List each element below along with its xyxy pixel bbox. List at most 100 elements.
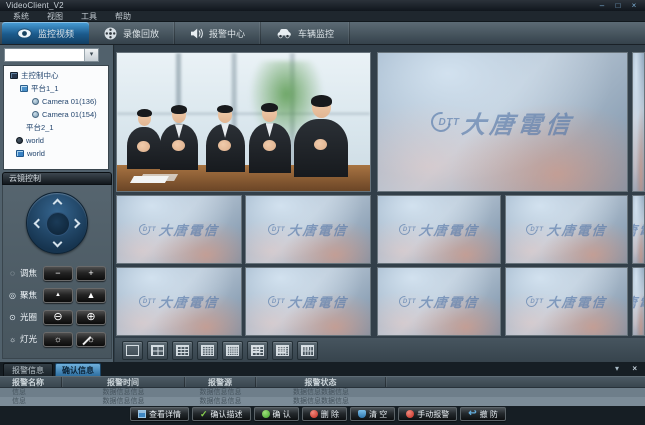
ptz-center-hub[interactable] <box>46 212 70 236</box>
focus-far-button[interactable]: ▲ <box>76 288 106 303</box>
ptz-left-icon[interactable] <box>34 219 44 229</box>
tree-item-platform2[interactable]: 平台2_1 <box>4 121 108 134</box>
layout-2x2-button[interactable] <box>147 341 168 360</box>
video-tile-clipped[interactable] <box>632 52 645 192</box>
layout-3x3-button[interactable] <box>172 341 193 360</box>
chevron-down-icon[interactable]: ▾ <box>84 49 98 61</box>
video-client-window: VideoClient_V2 – □ × 系统 视图 工具 帮助 监控视频 录像… <box>0 0 645 425</box>
red-dot-icon <box>310 410 318 418</box>
zoom-ring-icon: ◌ <box>8 269 17 278</box>
tree-item-camera-136[interactable]: Camera 01(136) <box>4 95 108 108</box>
camera-icon <box>32 111 39 118</box>
menu-view[interactable]: 视图 <box>38 11 72 22</box>
video-tile-idle-large[interactable]: DTT大唐電信 <box>377 52 628 192</box>
maximize-icon[interactable]: □ <box>613 1 623 10</box>
light-bulb-icon: ☼ <box>8 335 17 344</box>
layout-1plus5-button[interactable] <box>247 341 268 360</box>
zoom-in-button[interactable]: + <box>76 266 106 281</box>
menu-system[interactable]: 系统 <box>4 11 38 22</box>
film-reel-icon <box>104 27 117 40</box>
view-detail-button[interactable]: 查看详情 <box>130 407 189 421</box>
tab-vehicle-monitor[interactable]: 车辆监控 <box>261 22 350 44</box>
video-tile-idle[interactable]: DTT大唐電信 <box>116 267 242 336</box>
video-tile-idle[interactable]: DTT大唐電信 <box>505 267 628 336</box>
menu-bar: 系统 视图 工具 帮助 <box>0 11 645 22</box>
focus-ring-icon: ◎ <box>8 291 17 300</box>
device-panel: ▾ 主控制中心 平台1_1 Camera 01(136) Camera 01(1… <box>0 45 114 362</box>
light-on-button[interactable]: ☼ <box>43 332 73 347</box>
tree-item-platform1[interactable]: 平台1_1 <box>4 82 108 95</box>
alarm-table-row[interactable]: 信息 数据信息信息 数据信息信息 数据信息数据信息 <box>0 388 645 397</box>
video-grid: DTT大唐電信 DTT大唐電信 DTT大唐電信 DTT大唐電信 DTT大唐電信 … <box>115 45 645 338</box>
ptz-panel: ◌调焦 − + ◎聚焦 ▲ ▲ ⊙光圈 ⊖ ⊕ ☼灯光 ☼ ☼ <box>2 185 112 359</box>
manual-alarm-button[interactable]: 手动报警 <box>398 407 457 421</box>
video-tile-idle[interactable]: DTT大唐電信 <box>245 195 371 264</box>
layout-5x5-icon <box>226 345 239 356</box>
crescent-icon <box>427 108 455 136</box>
dtt-watermark: DTT大唐電信 <box>268 220 348 239</box>
menu-tools[interactable]: 工具 <box>72 11 106 22</box>
layout-2plus8-icon <box>301 345 314 356</box>
video-tile-live-people[interactable] <box>116 52 371 192</box>
zoom-out-button[interactable]: − <box>43 266 73 281</box>
eye-icon <box>17 28 32 39</box>
ptz-down-icon[interactable] <box>53 238 63 248</box>
layout-toolbar <box>115 338 645 362</box>
video-tile-clipped[interactable]: 大唐電信 <box>632 195 645 264</box>
tree-item-camera-154[interactable]: Camera 01(154) <box>4 108 108 121</box>
dtt-watermark: DTT大唐電信 <box>268 292 348 311</box>
layout-4x4-button[interactable] <box>197 341 218 360</box>
video-tile-idle[interactable]: DTT大唐電信 <box>377 195 501 264</box>
tab-playback[interactable]: 录像回放 <box>89 22 175 44</box>
close-icon[interactable]: × <box>629 1 639 10</box>
collapse-icon[interactable]: ▾ <box>615 364 619 373</box>
layout-1x1-button[interactable] <box>122 341 143 360</box>
alarm-actions: 查看详情 ✓确认描述 确 认 删 除 清 空 手动报警 ↩撤 防 <box>130 406 506 422</box>
alarm-table-row[interactable]: 信息 数据信息信息 数据信息信息 数据信息数据信息 <box>0 397 645 406</box>
disarm-button[interactable]: ↩撤 防 <box>460 407 506 421</box>
video-tile-idle[interactable]: DTT大唐電信 <box>377 267 501 336</box>
confirm-description-button[interactable]: ✓确认描述 <box>192 407 251 421</box>
video-tile-idle[interactable]: DTT大唐電信 <box>245 267 371 336</box>
delete-button[interactable]: 删 除 <box>302 407 347 421</box>
ptz-direction-pad[interactable] <box>26 192 88 254</box>
tab-confirm-info[interactable]: 确认信息 <box>55 363 101 376</box>
dtt-watermark: DTT大唐電信 <box>399 292 479 311</box>
iris-open-button[interactable]: ⊕ <box>76 310 106 325</box>
confirm-button[interactable]: 确 认 <box>254 407 299 421</box>
window-title: VideoClient_V2 <box>6 1 64 10</box>
tab-label: 车辆监控 <box>298 27 334 40</box>
monitor-icon <box>10 72 18 79</box>
tab-alarm-center[interactable]: 报警中心 <box>175 22 261 44</box>
dtt-watermark: DTT大唐電信 <box>399 220 479 239</box>
close-panel-icon[interactable]: × <box>632 364 637 373</box>
device-dropdown[interactable]: ▾ <box>4 48 99 62</box>
menu-help[interactable]: 帮助 <box>106 11 140 22</box>
layout-4x4-icon <box>201 345 214 356</box>
video-tile-clipped[interactable]: 大唐電信 <box>632 267 645 336</box>
ptz-right-icon[interactable] <box>71 219 81 229</box>
tree-item-world-2[interactable]: world <box>4 147 108 160</box>
ptz-row-light: ☼灯光 ☼ ☼ <box>3 331 111 347</box>
tree-item-control-center[interactable]: 主控制中心 <box>4 69 108 82</box>
iris-close-button[interactable]: ⊖ <box>43 310 73 325</box>
ptz-row-focus: ◎聚焦 ▲ ▲ <box>3 287 111 303</box>
layout-2plus8-button[interactable] <box>297 341 318 360</box>
tree-item-world-1[interactable]: world <box>4 134 108 147</box>
clear-button[interactable]: 清 空 <box>350 407 395 421</box>
ptz-up-icon[interactable] <box>53 199 63 209</box>
col-alarm-source: 报警源 <box>185 377 256 387</box>
video-tile-idle[interactable]: DTT大唐電信 <box>505 195 628 264</box>
dtt-watermark: DTT大唐電信 <box>526 220 606 239</box>
detail-icon <box>138 410 146 418</box>
layout-1x1-icon <box>126 345 139 356</box>
light-off-button[interactable]: ☼ <box>76 332 106 347</box>
ptz-row-zoom: ◌调焦 − + <box>3 265 111 281</box>
focus-near-button[interactable]: ▲ <box>43 288 73 303</box>
layout-5x5-button[interactable] <box>222 341 243 360</box>
minimize-icon[interactable]: – <box>597 1 607 10</box>
video-tile-idle[interactable]: DTT大唐電信 <box>116 195 242 264</box>
tab-monitor-video[interactable]: 监控视频 <box>2 22 89 44</box>
tab-alarm-info[interactable]: 报警信息 <box>3 363 53 376</box>
layout-1plus7-button[interactable] <box>272 341 293 360</box>
